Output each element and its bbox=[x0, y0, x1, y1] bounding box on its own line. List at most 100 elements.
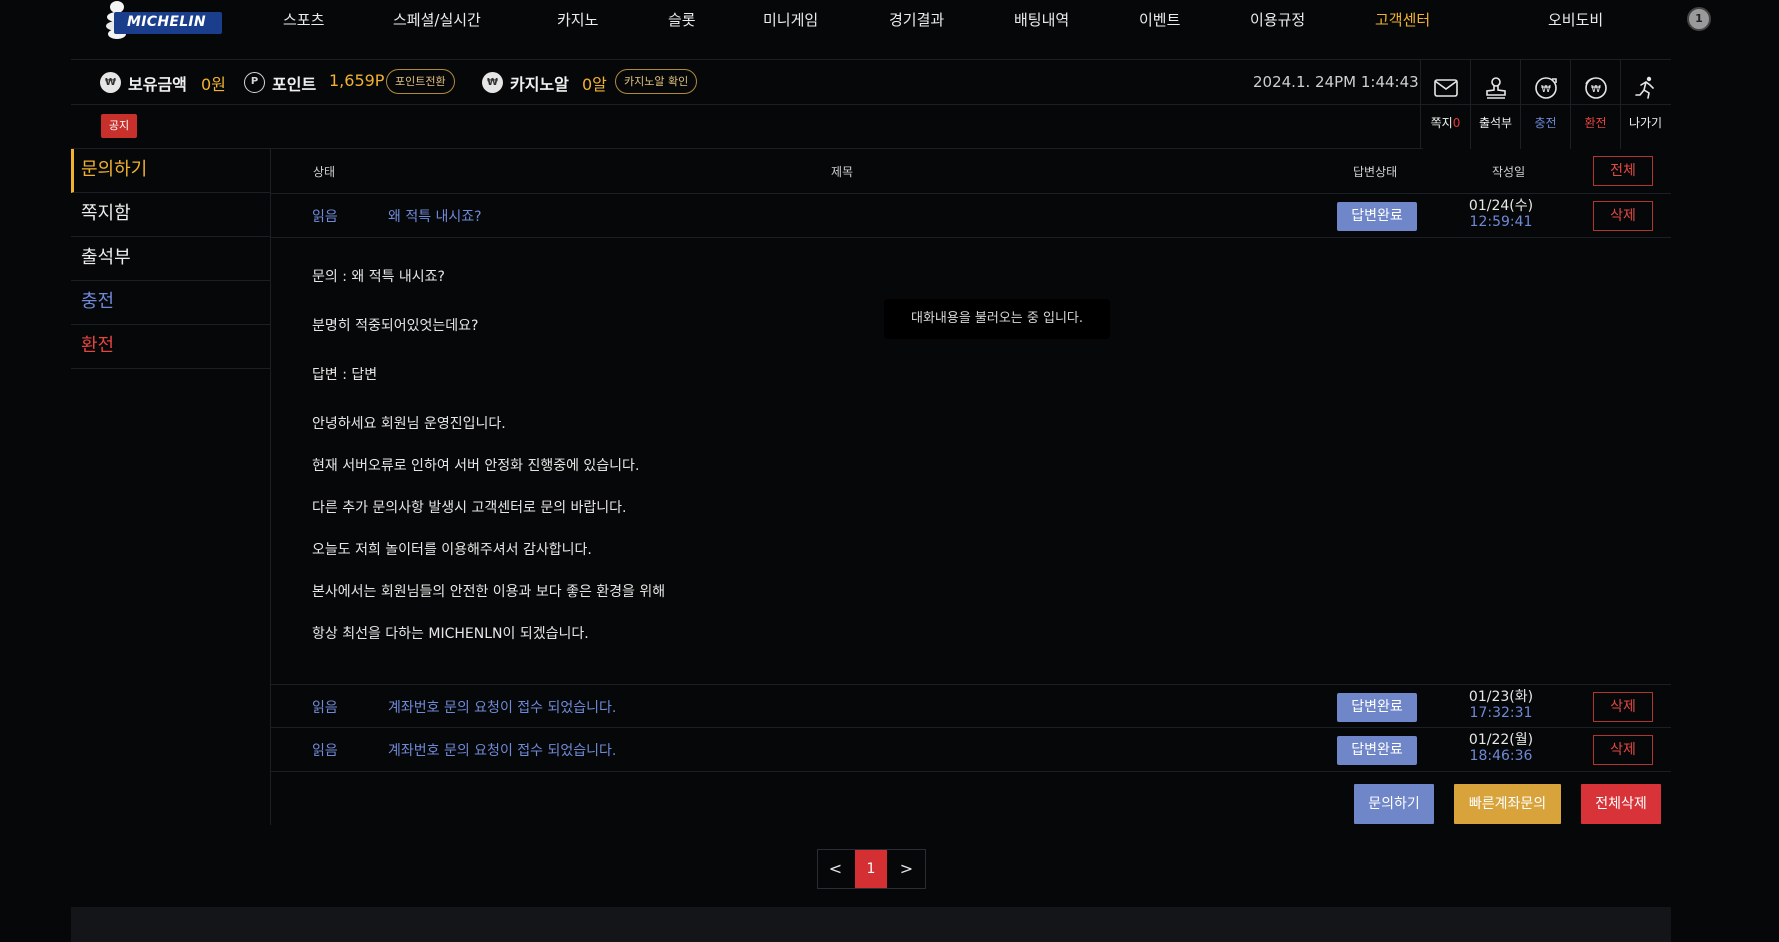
casino-label: 카지노알 bbox=[510, 75, 569, 94]
question-line: 문의 : 왜 적특 내시죠? bbox=[312, 269, 445, 285]
deposit-coin-icon: ₩ bbox=[1535, 77, 1557, 99]
header-title: 제목 bbox=[831, 165, 854, 179]
nav-item-events[interactable]: 이벤트 bbox=[1139, 9, 1180, 31]
quick-message-label: 쪽지0 bbox=[1421, 114, 1470, 131]
quick-deposit-button[interactable]: ₩ 충전 bbox=[1520, 60, 1570, 149]
withdraw-coin-icon: ₩ bbox=[1585, 77, 1607, 99]
row-date-time: 17:32:31 bbox=[1469, 705, 1533, 721]
quick-withdraw-label: 환전 bbox=[1584, 116, 1607, 130]
quick-message-button[interactable]: 쪽지0 bbox=[1420, 60, 1470, 149]
nav-item-bet-history[interactable]: 배팅내역 bbox=[1014, 9, 1069, 31]
top-nav: MICHELIN 스포츠 스페셜/실시간 카지노 슬롯 미니게임 경기결과 배팅… bbox=[71, 0, 1711, 60]
point-coin-icon: P bbox=[244, 72, 265, 93]
question-body: 분명히 적중되어있엇는데요? bbox=[312, 318, 479, 334]
nav-item-results[interactable]: 경기결과 bbox=[889, 9, 944, 31]
answer-text: 항상 최선을 다하는 MICHENLN이 되겠습니다. bbox=[312, 626, 589, 642]
row-date: 01/24(수) 12:59:41 bbox=[1446, 198, 1556, 230]
envelope-icon bbox=[1434, 79, 1458, 97]
casino-value: 0알 bbox=[582, 75, 607, 94]
casino-check-button[interactable]: 카지노알 확인 bbox=[615, 69, 698, 94]
row-date-time: 12:59:41 bbox=[1469, 214, 1533, 230]
next-page-button[interactable]: > bbox=[889, 850, 924, 888]
nav-item-slot[interactable]: 슬롯 bbox=[668, 9, 696, 31]
logo[interactable]: MICHELIN bbox=[104, 0, 222, 40]
sidebar-item-attendance[interactable]: 출석부 bbox=[71, 237, 270, 281]
notice-bar: 공지 bbox=[71, 105, 1423, 149]
header-date: 작성일 bbox=[1492, 165, 1526, 179]
nav-item-special-live[interactable]: 스페셜/실시간 bbox=[393, 9, 481, 31]
nav-item-rules[interactable]: 이용규정 bbox=[1250, 9, 1305, 31]
row-date-day: 01/22(월) bbox=[1468, 732, 1534, 748]
point-label: 포인트 bbox=[272, 75, 317, 94]
footer bbox=[71, 907, 1671, 942]
nav-item-customer-center[interactable]: 고객센터 bbox=[1375, 9, 1430, 31]
delete-button[interactable]: 삭제 bbox=[1593, 692, 1653, 722]
running-man-icon bbox=[1635, 76, 1654, 99]
won-coin-icon: ₩ bbox=[100, 72, 121, 93]
notice-badge[interactable]: 공지 bbox=[101, 114, 137, 138]
nav-item-casino[interactable]: 카지노 bbox=[557, 9, 598, 31]
logo-text: MICHELIN bbox=[127, 14, 206, 30]
inquiry-table: 상태 제목 답변상태 작성일 전체 읽음 왜 적특 내시죠? 답변완료 01/2… bbox=[270, 149, 1671, 825]
quick-deposit-label: 충전 bbox=[1534, 116, 1557, 130]
page: MICHELIN 스포츠 스페셜/실시간 카지노 슬롯 미니게임 경기결과 배팅… bbox=[0, 0, 1779, 942]
nav-item-minigame[interactable]: 미니게임 bbox=[763, 9, 818, 31]
prev-page-button[interactable]: < bbox=[818, 850, 853, 888]
svg-text:₩: ₩ bbox=[1541, 84, 1551, 95]
row-status: 읽음 bbox=[312, 209, 338, 225]
delete-all-button[interactable]: 전체삭제 bbox=[1581, 784, 1661, 824]
answer-text: 안녕하세요 회원님 운영진입니다. bbox=[312, 416, 506, 432]
quick-menu: 쪽지0 출석부 ₩ 충전 ₩ 환전 나가기 bbox=[1420, 60, 1670, 149]
header-status: 상태 bbox=[313, 165, 336, 179]
page-1-button[interactable]: 1 bbox=[855, 850, 887, 888]
quick-account-inquiry-button[interactable]: 빠른계좌문의 bbox=[1454, 784, 1561, 824]
answer-text: 현재 서버오류로 인하여 서버 안정화 진행중에 있습니다. bbox=[312, 458, 640, 474]
quick-logout-button[interactable]: 나가기 bbox=[1620, 60, 1670, 149]
sidebar-item-withdraw[interactable]: 환전 bbox=[71, 325, 270, 369]
header-reply-status: 답변상태 bbox=[1353, 165, 1398, 179]
sidebar-item-deposit[interactable]: 충전 bbox=[71, 281, 270, 325]
point-convert-button[interactable]: 포인트전환 bbox=[386, 69, 455, 94]
reply-status-badge: 답변완료 bbox=[1337, 736, 1417, 765]
table-row[interactable]: 읽음 계좌번호 문의 요청이 접수 되었습니다. 답변완료 01/23(화) 1… bbox=[271, 684, 1671, 728]
loading-toast: 대화내용을 불러오는 중 입니다. bbox=[884, 299, 1110, 339]
row-title[interactable]: 왜 적특 내시죠? bbox=[388, 206, 482, 226]
quick-attendance-label: 출석부 bbox=[1478, 116, 1513, 130]
row-status: 읽음 bbox=[312, 743, 338, 759]
answer-text: 오늘도 저희 놀이터를 이용해주셔서 감사합니다. bbox=[312, 542, 592, 558]
answer-line: 답변 : 답변 bbox=[312, 367, 378, 383]
balance-value: 0원 bbox=[201, 75, 226, 94]
pagination: < 1 > bbox=[817, 849, 926, 889]
select-all-button[interactable]: 전체 bbox=[1593, 156, 1653, 186]
quick-withdraw-button[interactable]: ₩ 환전 bbox=[1570, 60, 1620, 149]
svg-text:₩: ₩ bbox=[1591, 84, 1601, 95]
user-name[interactable]: 오비도비 bbox=[1548, 9, 1603, 30]
delete-button[interactable]: 삭제 bbox=[1593, 735, 1653, 765]
row-title[interactable]: 계좌번호 문의 요청이 접수 되었습니다. bbox=[388, 740, 616, 760]
table-header: 상태 제목 답변상태 작성일 전체 bbox=[271, 149, 1671, 194]
message-count: 0 bbox=[1452, 116, 1461, 130]
current-datetime: 2024.1. 24PM 1:44:43 bbox=[1253, 73, 1419, 91]
message-text: 쪽지 bbox=[1430, 116, 1453, 130]
answer-text: 다른 추가 문의사항 발생시 고객센터로 문의 바랍니다. bbox=[312, 500, 627, 516]
row-date-day: 01/24(수) bbox=[1468, 198, 1534, 214]
quick-attendance-button[interactable]: 출석부 bbox=[1470, 60, 1520, 149]
point-value: 1,659P bbox=[329, 71, 385, 90]
table-row[interactable]: 읽음 계좌번호 문의 요청이 접수 되었습니다. 답변완료 01/22(월) 1… bbox=[271, 728, 1671, 772]
sidebar-item-messages[interactable]: 쪽지함 bbox=[71, 193, 270, 237]
delete-button[interactable]: 삭제 bbox=[1593, 201, 1653, 231]
row-title[interactable]: 계좌번호 문의 요청이 접수 되었습니다. bbox=[388, 697, 616, 717]
table-row[interactable]: 읽음 왜 적특 내시죠? 답변완료 01/24(수) 12:59:41 삭제 bbox=[271, 194, 1671, 238]
row-date: 01/23(화) 17:32:31 bbox=[1446, 689, 1556, 721]
answer-text: 본사에서는 회원님들의 안전한 이용과 보다 좋은 환경을 위해 bbox=[312, 584, 666, 600]
row-status: 읽음 bbox=[312, 700, 338, 716]
nav-item-sports[interactable]: 스포츠 bbox=[283, 9, 324, 31]
row-date-time: 18:46:36 bbox=[1469, 748, 1533, 764]
inquiry-button[interactable]: 문의하기 bbox=[1354, 784, 1434, 824]
sidebar-item-inquiry[interactable]: 문의하기 bbox=[71, 149, 270, 193]
casino-coin-icon: ₩ bbox=[482, 72, 503, 93]
quick-logout-label: 나가기 bbox=[1628, 116, 1663, 130]
row-date: 01/22(월) 18:46:36 bbox=[1446, 732, 1556, 764]
reply-status-badge: 답변완료 bbox=[1337, 202, 1417, 231]
balance-label: 보유금액 bbox=[128, 75, 187, 94]
